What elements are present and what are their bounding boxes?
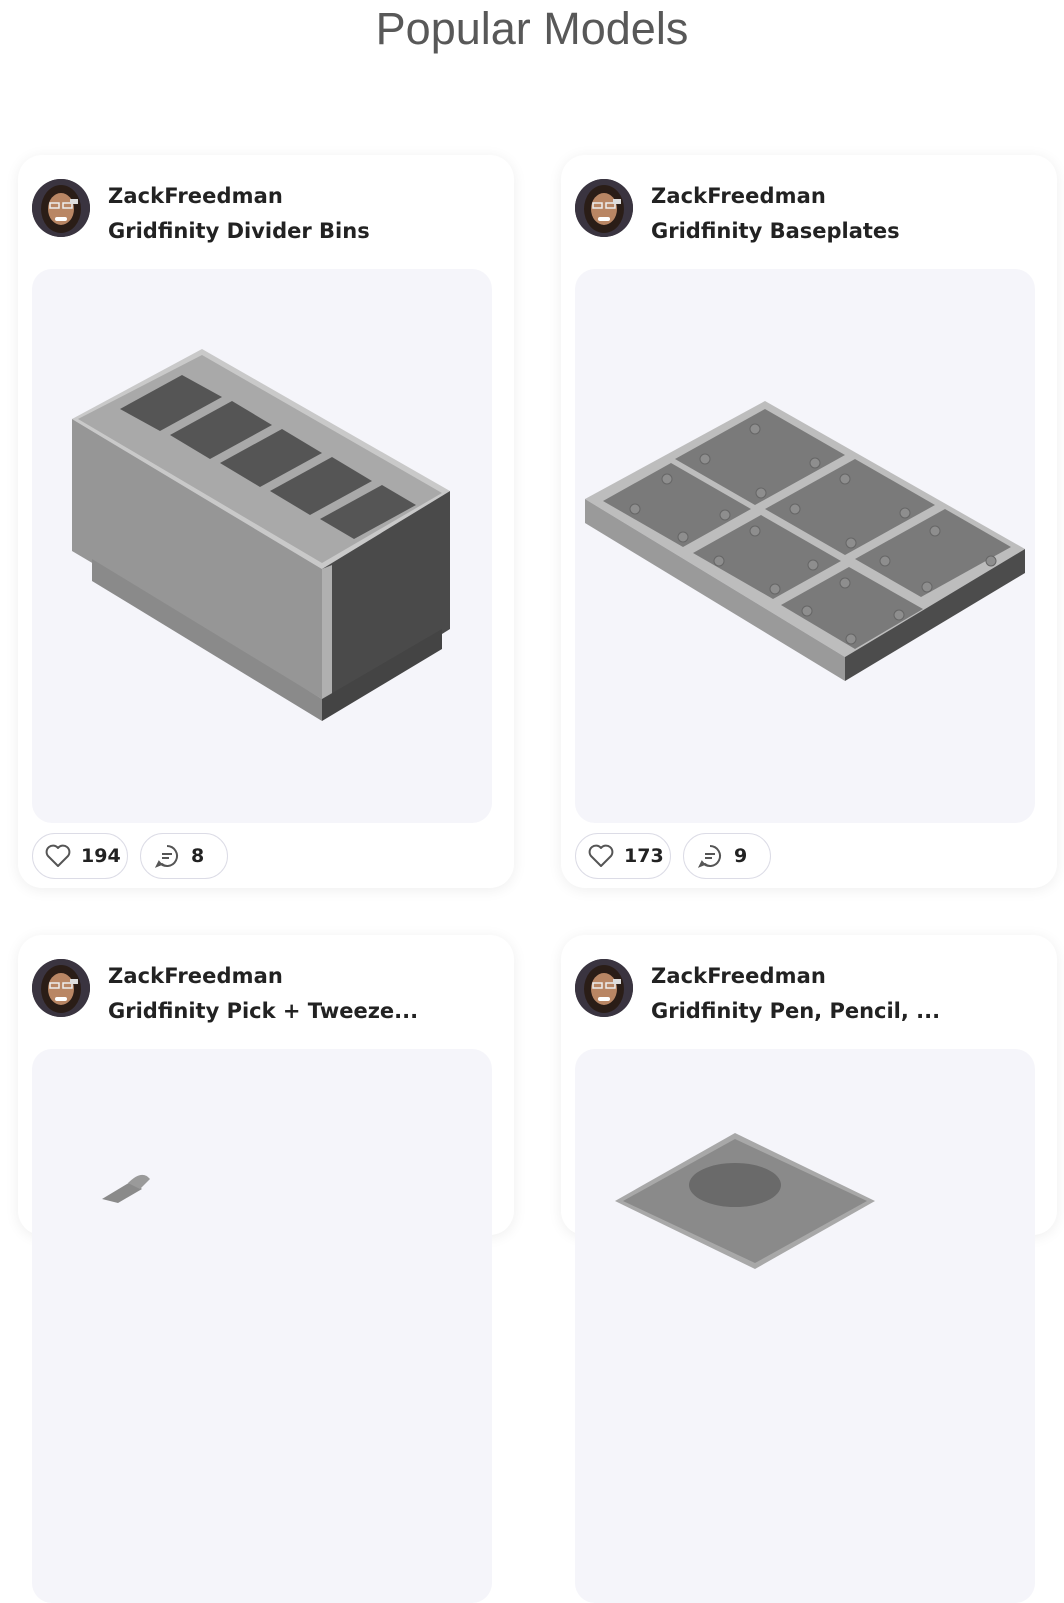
avatar[interactable] bbox=[575, 959, 633, 1017]
model-card-pen-pencil[interactable]: ZackFreedman Gridfinity Pen, Pencil, ... bbox=[561, 935, 1057, 1603]
card-header: ZackFreedman Gridfinity Baseplates bbox=[575, 179, 1045, 243]
model-preview[interactable] bbox=[575, 269, 1035, 823]
pick-tweezer-model-image bbox=[102, 1174, 150, 1203]
baseplate-model-image bbox=[585, 401, 1025, 681]
model-preview[interactable] bbox=[32, 269, 492, 823]
model-card-baseplates[interactable]: ZackFreedman Gridfinity Baseplates 173 9 bbox=[561, 155, 1057, 888]
model-title[interactable]: Gridfinity Pick + Tweeze... bbox=[108, 999, 418, 1023]
page-title: Popular Models bbox=[375, 3, 689, 54]
heart-icon bbox=[588, 842, 614, 870]
divider-bin-model-image bbox=[72, 349, 450, 721]
like-button[interactable]: 173 bbox=[575, 833, 671, 879]
card-header: ZackFreedman Gridfinity Pen, Pencil, ... bbox=[575, 959, 1045, 1023]
author-name[interactable]: ZackFreedman bbox=[651, 184, 826, 208]
model-title[interactable]: Gridfinity Divider Bins bbox=[108, 219, 370, 243]
comment-bubble-icon bbox=[696, 842, 724, 870]
comment-button[interactable]: 8 bbox=[140, 833, 228, 879]
avatar[interactable] bbox=[32, 959, 90, 1017]
avatar[interactable] bbox=[575, 179, 633, 237]
comment-count: 9 bbox=[734, 845, 748, 867]
model-preview[interactable] bbox=[32, 1049, 492, 1603]
model-title[interactable]: Gridfinity Pen, Pencil, ... bbox=[651, 999, 940, 1023]
avatar[interactable] bbox=[32, 179, 90, 237]
like-count: 173 bbox=[624, 845, 664, 867]
model-card-pick-tweezers[interactable]: ZackFreedman Gridfinity Pick + Tweeze... bbox=[18, 935, 514, 1603]
comment-button[interactable]: 9 bbox=[683, 833, 771, 879]
author-name[interactable]: ZackFreedman bbox=[651, 964, 826, 988]
author-name[interactable]: ZackFreedman bbox=[108, 964, 283, 988]
card-header: ZackFreedman Gridfinity Pick + Tweeze... bbox=[32, 959, 502, 1023]
heart-icon bbox=[45, 842, 71, 870]
model-preview[interactable] bbox=[575, 1049, 1035, 1603]
model-title[interactable]: Gridfinity Baseplates bbox=[651, 219, 900, 243]
like-count: 194 bbox=[81, 845, 121, 867]
comment-bubble-icon bbox=[153, 842, 181, 870]
author-name[interactable]: ZackFreedman bbox=[108, 184, 283, 208]
comment-count: 8 bbox=[191, 845, 205, 867]
like-button[interactable]: 194 bbox=[32, 833, 128, 879]
model-card-divider-bins[interactable]: ZackFreedman Gridfinity Divider Bins 194… bbox=[18, 155, 514, 888]
card-header: ZackFreedman Gridfinity Divider Bins bbox=[32, 179, 502, 243]
pen-pencil-model-image bbox=[615, 1133, 875, 1269]
